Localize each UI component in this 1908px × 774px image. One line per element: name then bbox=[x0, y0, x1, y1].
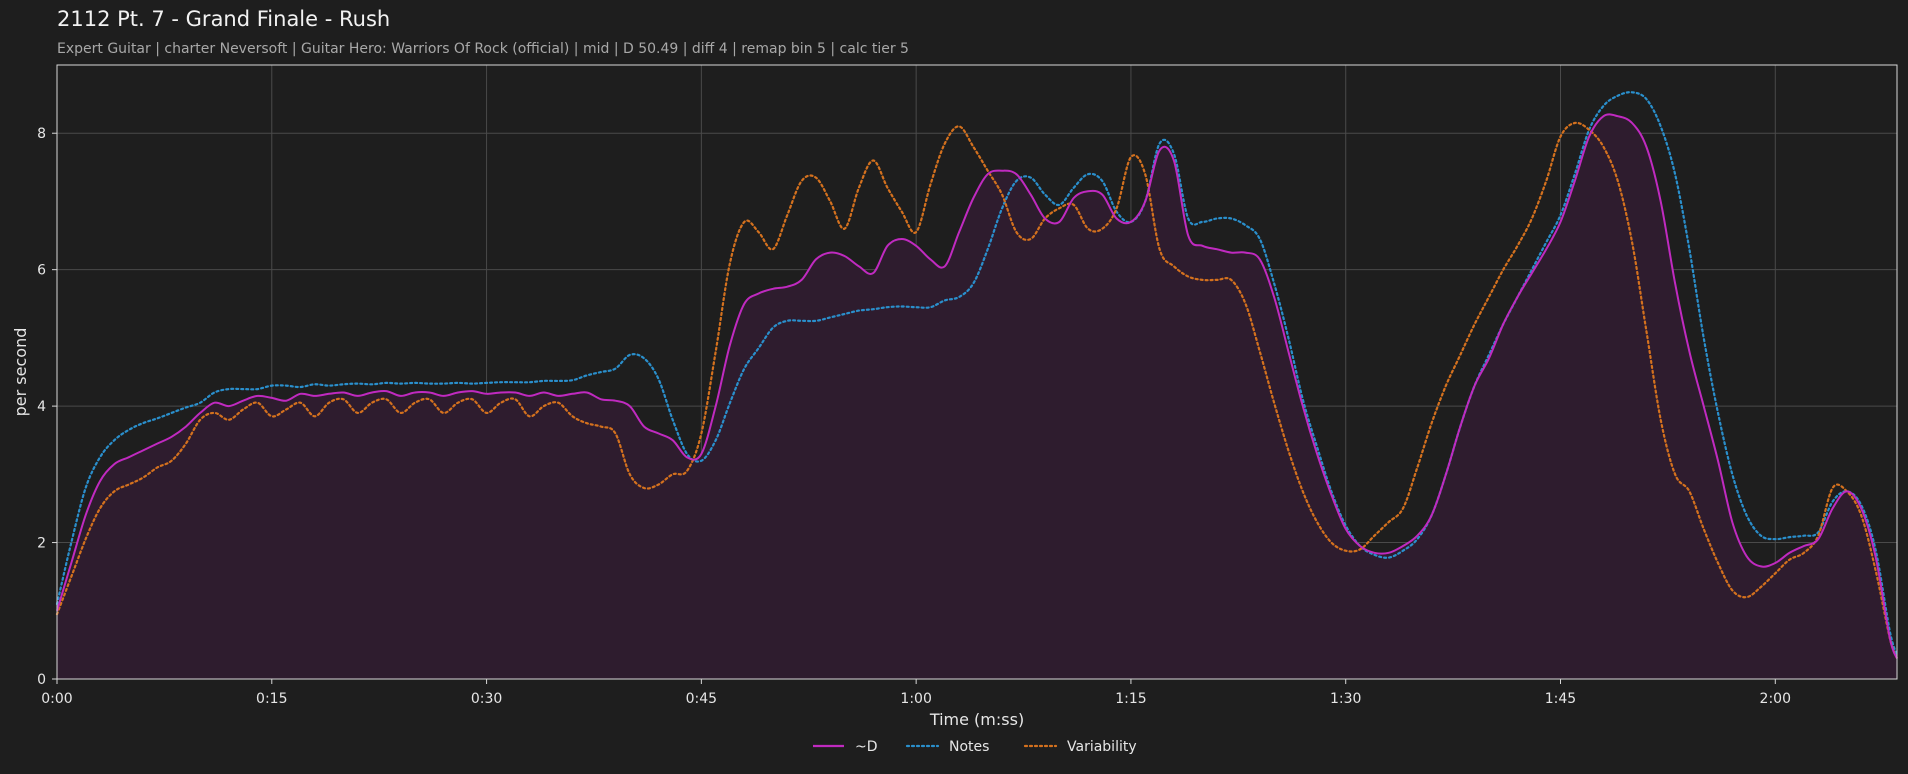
y-tick-label: 4 bbox=[37, 399, 46, 415]
y-tick-label: 8 bbox=[37, 126, 46, 142]
area-fill-layer bbox=[57, 114, 1897, 680]
y-tick-label: 6 bbox=[37, 263, 46, 279]
chart-canvas: 0:00 0:15 0:30 0:45 1:00 1:15 1:30 1:45 2:00 0 2 4… bbox=[11, 64, 1899, 755]
x-tick-label: 0:15 bbox=[256, 691, 287, 707]
x-tick-label: 0:30 bbox=[471, 691, 502, 707]
x-tick-label: 2:00 bbox=[1760, 691, 1791, 707]
x-tick-label: 1:30 bbox=[1330, 691, 1361, 707]
series-area-fill bbox=[57, 114, 1897, 680]
y-axis-ticks: 0 2 4 6 8 bbox=[37, 126, 57, 688]
x-tick-label: 0:00 bbox=[41, 691, 72, 707]
legend: ~D Notes Variability bbox=[813, 739, 1137, 755]
x-tick-label: 0:45 bbox=[686, 691, 717, 707]
x-axis-label: Time (m:ss) bbox=[929, 710, 1024, 729]
x-tick-label: 1:45 bbox=[1545, 691, 1576, 707]
legend-label: Notes bbox=[949, 739, 989, 755]
x-axis-ticks: 0:00 0:15 0:30 0:45 1:00 1:15 1:30 1:45 2:00 bbox=[41, 679, 1791, 707]
legend-label: ~D bbox=[855, 739, 878, 755]
y-tick-label: 0 bbox=[37, 672, 46, 688]
y-tick-label: 2 bbox=[37, 536, 46, 552]
y-axis-label: per second bbox=[11, 328, 30, 417]
legend-label: Variability bbox=[1067, 739, 1137, 755]
x-tick-label: 1:00 bbox=[900, 691, 931, 707]
x-tick-label: 1:15 bbox=[1115, 691, 1146, 707]
